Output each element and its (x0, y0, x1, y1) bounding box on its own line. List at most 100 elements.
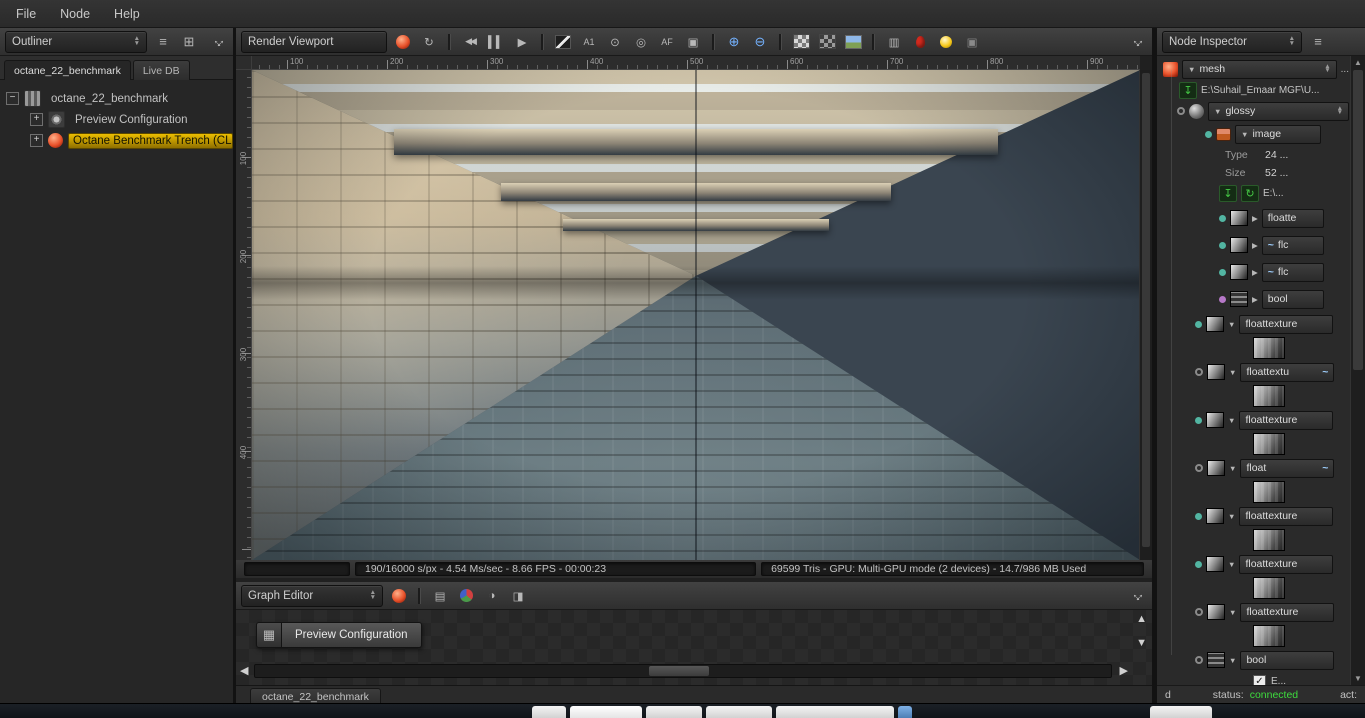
subsample-icon[interactable]: A1 (579, 33, 599, 51)
node-pin[interactable] (1205, 130, 1212, 138)
tree-row[interactable]: + Preview Configuration (6, 109, 233, 130)
menu-file[interactable]: File (6, 3, 50, 25)
scroll-down-arrow[interactable]: ▼ (1136, 638, 1147, 649)
menu-node[interactable]: Node (50, 3, 104, 25)
inspector-texture-node-row[interactable]: ▼ floattexture ~ (1157, 314, 1349, 359)
image-node-row[interactable]: ▼ image (1157, 124, 1349, 144)
inspector-texture-node-row[interactable]: ▼ floattexture ~ (1157, 410, 1349, 455)
taskbar-item[interactable] (706, 706, 772, 718)
viewport-vertical-scrollbar[interactable] (1139, 70, 1152, 560)
tree-expander[interactable]: + (30, 113, 43, 126)
collapse-triangle[interactable]: ▼ (1214, 107, 1221, 116)
node-pin[interactable] (1219, 214, 1226, 222)
collapse-triangle[interactable]: ▶ (1252, 241, 1258, 250)
load-image-icon[interactable]: ↧ (1219, 184, 1237, 202)
tree-item-label[interactable]: Octane Benchmark Trench (CLIC (68, 132, 233, 149)
collapse-triangle[interactable]: ▼ (1241, 130, 1248, 139)
collapse-triangle[interactable]: ▶ (1252, 214, 1258, 223)
sub-node-header[interactable]: ~ floatte (1261, 208, 1324, 228)
scroll-left-arrow[interactable]: ◀ (240, 666, 248, 677)
add-node-icon[interactable]: ▤ (430, 587, 450, 605)
taskbar-item[interactable] (898, 706, 912, 718)
panel-selector-spinner[interactable]: ▲ ▼ (370, 590, 376, 600)
node-pin[interactable] (1195, 656, 1203, 664)
bool-node-header[interactable]: bool (1240, 650, 1335, 670)
taskbar-item[interactable] (646, 706, 702, 718)
collapse-triangle[interactable]: ▼ (1229, 608, 1236, 617)
node-pin[interactable] (1195, 368, 1203, 376)
texture-thumbnail[interactable] (1253, 625, 1285, 647)
inspector-vertical-scrollbar[interactable]: ▲ ▼ (1350, 56, 1365, 685)
mesh-node-row[interactable]: ▼ mesh ▲ ▼ ... (1157, 59, 1349, 79)
texture-node-header[interactable]: floattextu ~ (1240, 362, 1335, 382)
taskbar-item[interactable] (570, 706, 642, 718)
collapse-triangle[interactable]: ▼ (1228, 512, 1235, 521)
play-render-icon[interactable]: ▶ (512, 33, 532, 51)
collapse-triangle[interactable]: ▶ (1252, 295, 1258, 304)
graph-tab[interactable]: octane_22_benchmark (250, 688, 381, 704)
restart-render-icon[interactable]: ◀◀ (460, 33, 480, 51)
texture-thumbnail[interactable] (1253, 337, 1285, 359)
taskbar-item[interactable] (532, 706, 566, 718)
tree-expander[interactable]: + (30, 134, 43, 147)
taskbar-item[interactable] (776, 706, 894, 718)
graph-node-preview-configuration[interactable]: ▦ Preview Configuration (256, 622, 422, 648)
expand-panel-icon[interactable] (1129, 588, 1147, 604)
tree-expander[interactable]: − (6, 92, 19, 105)
scroll-right-arrow[interactable]: ▶ (1120, 666, 1128, 677)
texture-thumbnail[interactable] (1253, 577, 1285, 599)
outliner-tab[interactable]: Live DB (132, 60, 190, 80)
octane-logo-icon[interactable] (389, 587, 409, 605)
node-spinner[interactable]: ▲ ▼ (1337, 105, 1343, 116)
inspector-texture-node-row[interactable]: ▼ floattexture ~ (1157, 506, 1349, 551)
environment-preview-icon[interactable]: ◑ (482, 587, 502, 605)
tree-row[interactable]: − octane_22_benchmark (6, 88, 233, 109)
node-pin[interactable] (1219, 295, 1226, 303)
material-node-row[interactable]: ▼ glossy ▲ ▼ (1157, 101, 1349, 121)
scrollbar-thumb[interactable] (648, 666, 709, 676)
texture-node-header[interactable]: float ~ (1240, 458, 1335, 478)
ui-lock-icon[interactable]: ▣ (962, 33, 982, 51)
clay-mode-icon[interactable]: ⊙ (605, 33, 625, 51)
node-pin[interactable] (1219, 268, 1226, 276)
panel-selector-spinner[interactable]: ▲ ▼ (1289, 36, 1295, 46)
node-pin[interactable] (1195, 608, 1203, 616)
zoom-out-icon[interactable]: ⊖ (750, 33, 770, 51)
node-spinner[interactable]: ▲ ▼ (1324, 63, 1330, 74)
inspector-texture-node-row[interactable]: ▼ float ~ (1157, 458, 1349, 503)
scroll-up-arrow[interactable]: ▲ (1351, 58, 1365, 67)
grid-view-icon[interactable]: ⊞ (179, 34, 199, 50)
more-options[interactable]: ... (1341, 64, 1349, 75)
octane-logo-icon[interactable] (393, 33, 413, 51)
collapse-triangle[interactable]: ▼ (1229, 656, 1236, 665)
collapse-triangle[interactable]: ▼ (1188, 65, 1195, 74)
inspector-sub-node-row[interactable]: ▶ ~ bool (1157, 287, 1349, 311)
inspector-sub-node-row[interactable]: ▶ ~ flc (1157, 260, 1349, 284)
expand-panel-icon[interactable] (1129, 34, 1147, 50)
background-image-icon[interactable] (843, 33, 863, 51)
texture-thumbnail[interactable] (1253, 529, 1285, 551)
image-node-header[interactable]: ▼ image (1235, 124, 1321, 144)
node-pin[interactable] (1195, 416, 1202, 424)
node-pin[interactable] (1195, 512, 1202, 520)
collapse-triangle[interactable]: ▼ (1228, 416, 1235, 425)
scroll-up-arrow[interactable]: ▲ (1136, 614, 1147, 625)
graph-editor-panel-selector[interactable]: Graph Editor ▲ ▼ (241, 584, 383, 607)
scrollbar-thumb[interactable] (1142, 73, 1150, 547)
material-preview-icon[interactable] (456, 587, 476, 605)
bool-checkbox[interactable]: ✓ (1253, 674, 1266, 685)
material-node-header[interactable]: ▼ glossy ▲ ▼ (1208, 101, 1349, 121)
texture-node-header[interactable]: floattexture ~ (1239, 506, 1334, 526)
inspector-panel-selector[interactable]: Node Inspector ▲ ▼ (1162, 30, 1302, 53)
inspector-sub-node-row[interactable]: ▶ ~ flc (1157, 233, 1349, 257)
collapse-triangle[interactable]: ▼ (1229, 368, 1236, 377)
outliner-panel-selector[interactable]: Outliner ▲ ▼ (5, 30, 147, 53)
inspector-bool-node-row[interactable]: ▼ bool ✓ E... (1157, 650, 1349, 685)
sub-node-header[interactable]: ~ flc (1261, 235, 1324, 255)
autofocus-icon[interactable]: AF (657, 33, 677, 51)
sub-node-header[interactable]: ~ flc (1261, 262, 1324, 282)
scroll-down-arrow[interactable]: ▼ (1351, 674, 1365, 683)
import-file-icon[interactable]: ↧ (1179, 81, 1197, 99)
inspector-texture-node-row[interactable]: ▼ floattextu ~ (1157, 362, 1349, 407)
texture-thumbnail[interactable] (1253, 481, 1285, 503)
